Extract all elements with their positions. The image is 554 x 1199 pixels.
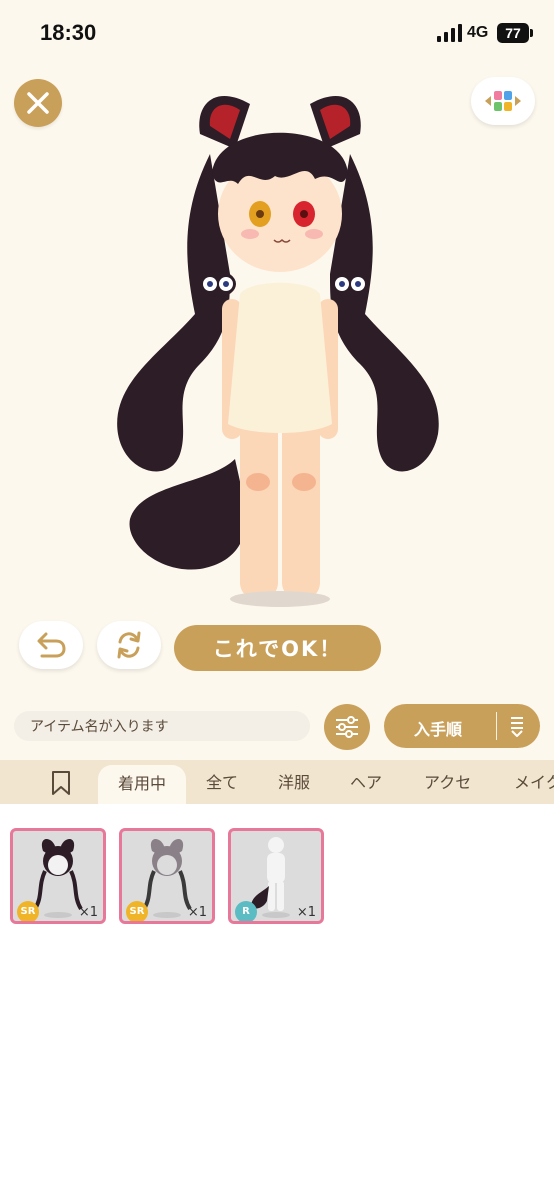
- right-hair-ornament: [332, 271, 368, 297]
- status-bar: 18:30 4G 77: [0, 0, 554, 62]
- grid-arrows-icon: [485, 91, 521, 111]
- sort-divider: [496, 712, 497, 740]
- sort-label: 入手順: [414, 720, 463, 739]
- right-leg: [282, 409, 320, 599]
- item-card[interactable]: SR ×1: [119, 828, 215, 924]
- item-controls: アイテム名が入ります 入手順: [0, 692, 554, 760]
- item-card[interactable]: SR ×1: [10, 828, 106, 924]
- close-button[interactable]: [14, 79, 62, 127]
- sliders-icon: [336, 716, 358, 738]
- outfit: [228, 282, 332, 433]
- refresh-icon: [117, 631, 141, 659]
- category-tabs: 着用中 全て 洋服 ヘア アクセ メイク: [0, 760, 554, 804]
- item-card[interactable]: R ×1: [228, 828, 324, 924]
- tab-accessories[interactable]: アクセ: [424, 760, 471, 804]
- close-icon: [27, 92, 49, 114]
- back-hair: [117, 154, 230, 472]
- signal-icon: [437, 24, 462, 42]
- randomize-button[interactable]: [97, 621, 161, 669]
- undo-icon: [37, 632, 66, 658]
- filter-button[interactable]: [324, 704, 370, 750]
- tab-makeup[interactable]: メイク: [514, 760, 554, 804]
- status-time: 18:30: [40, 20, 97, 45]
- left-leg: [240, 409, 278, 599]
- rarity-badge: SR: [126, 901, 148, 921]
- item-quantity: ×1: [187, 905, 207, 920]
- sort-order-icon: [511, 717, 523, 737]
- tab-hair[interactable]: ヘア: [350, 760, 382, 804]
- avatar-character: [117, 95, 439, 607]
- search-input[interactable]: アイテム名が入ります: [14, 711, 310, 741]
- bookmark-icon[interactable]: [50, 770, 72, 796]
- tab-all[interactable]: 全て: [206, 760, 238, 804]
- battery-tip: [530, 29, 533, 37]
- back-hair-right: [330, 154, 439, 472]
- battery-icon: 77: [497, 23, 529, 43]
- network-type: 4G: [467, 24, 489, 41]
- item-quantity: ×1: [78, 905, 98, 920]
- tail: [129, 459, 247, 570]
- confirm-button[interactable]: これでOK！: [174, 625, 381, 671]
- shadow: [230, 591, 330, 607]
- rarity-badge: R: [235, 901, 257, 921]
- undo-button[interactable]: [19, 621, 83, 669]
- left-hair-ornament: [200, 271, 236, 297]
- sort-button[interactable]: 入手順: [384, 704, 540, 748]
- tab-wearing[interactable]: 着用中: [98, 765, 186, 804]
- item-quantity: ×1: [296, 905, 316, 920]
- tab-clothes[interactable]: 洋服: [278, 760, 310, 804]
- rarity-badge: SR: [17, 901, 39, 921]
- layout-toggle-button[interactable]: [471, 77, 535, 125]
